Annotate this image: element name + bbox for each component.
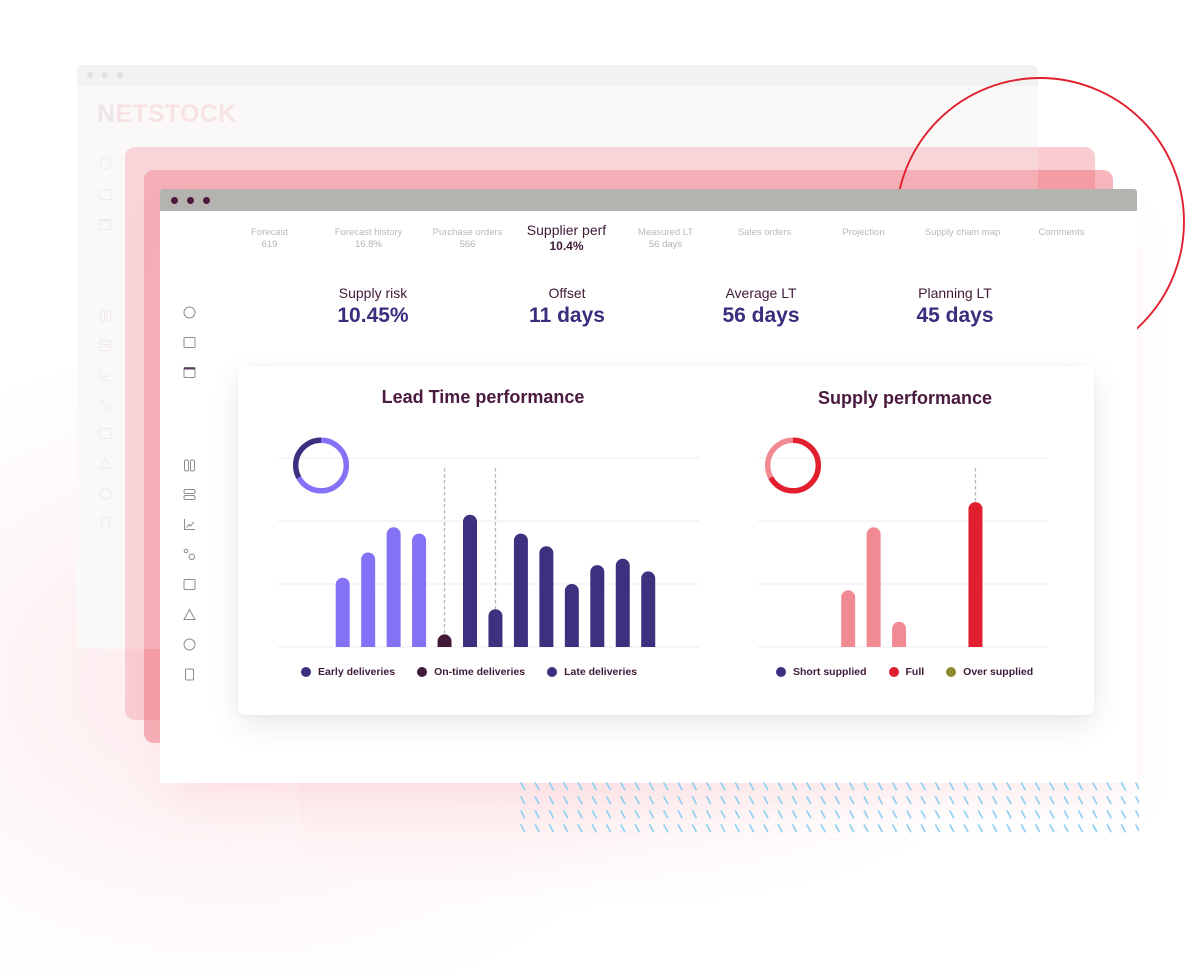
lead-time-chart-title: Lead Time performance xyxy=(381,387,585,407)
legend-item-full[interactable]: Full xyxy=(888,666,925,678)
circle-icon[interactable] xyxy=(183,306,196,319)
bar-early[interactable] xyxy=(361,552,376,648)
tab-value: 619 xyxy=(261,239,278,250)
kpi-label: Supply risk xyxy=(338,285,408,301)
legend-dot-icon xyxy=(888,667,899,677)
columns-icon[interactable] xyxy=(183,459,196,472)
supply-legend: Short supplied Full Over supplied xyxy=(776,666,1055,678)
tab-label: Measured LT xyxy=(637,227,694,238)
bar-late[interactable] xyxy=(615,558,630,647)
tab-label: Supply chain map xyxy=(924,227,1001,238)
tab-supplier-perf[interactable]: Supplier perf 10.4% xyxy=(517,223,616,254)
bar-early[interactable] xyxy=(386,527,401,647)
legend-label: Early deliveries xyxy=(318,666,396,678)
tab-value: 16.8% xyxy=(355,239,382,250)
tab-sales-orders[interactable]: Sales orders xyxy=(715,227,814,253)
kpi-value: 11 days xyxy=(529,304,605,327)
tab-label: Purchase orders xyxy=(432,227,503,238)
legend-label: Full xyxy=(905,666,925,678)
tab-supply-chain-map[interactable]: Supply chain map xyxy=(913,227,1012,253)
square-icon[interactable] xyxy=(183,336,196,349)
bar-late[interactable] xyxy=(463,514,477,647)
legend-label: On-time deliveries xyxy=(434,666,526,678)
tab-value: 10.4% xyxy=(549,239,584,253)
kpi-supply-risk: Supply risk 10.45% xyxy=(276,285,470,328)
legend-label: Over supplied xyxy=(963,666,1034,678)
supply-chart-title: Supply performance xyxy=(817,388,993,408)
kpi-planning-lt: Planning LT 45 days xyxy=(858,285,1052,328)
supply-chart xyxy=(758,437,1048,648)
legend-item-on-time[interactable]: On-time deliveries xyxy=(417,666,525,678)
hatch-pattern xyxy=(519,781,1139,835)
tab-label: Forecast history xyxy=(334,227,403,238)
tab-projection[interactable]: Projection xyxy=(814,227,913,253)
legend-dot-icon xyxy=(417,667,428,677)
tab-label: Comments xyxy=(1038,227,1085,238)
rectangle-icon[interactable] xyxy=(183,668,196,681)
tab-value: 566 xyxy=(459,239,476,250)
tab-bar: Forecast 619 Forecast history 16.8% Purchase… xyxy=(220,223,1111,254)
bar-early[interactable] xyxy=(412,533,427,647)
window-dot-icon[interactable] xyxy=(202,196,210,204)
kpi-label: Average LT xyxy=(725,285,797,301)
hatch-fill xyxy=(519,781,1139,835)
tab-forecast[interactable]: Forecast 619 xyxy=(220,227,319,253)
lead-time-legend: Early deliveries On-time deliveries Late d… xyxy=(301,666,659,678)
tab-purchase-orders[interactable]: Purchase orders 566 xyxy=(418,227,517,253)
circle-icon[interactable] xyxy=(183,638,196,651)
window-dot-icon[interactable] xyxy=(186,196,194,204)
legend-label: Short supplied xyxy=(793,666,867,678)
bar-late[interactable] xyxy=(641,571,656,647)
legend-label: Late deliveries xyxy=(564,666,638,678)
tab-label: Forecast xyxy=(251,227,288,238)
triangle-icon[interactable] xyxy=(182,607,196,621)
bar-full[interactable] xyxy=(968,502,983,647)
kpi-average-lt: Average LT 56 days xyxy=(664,285,858,328)
tab-label: Sales orders xyxy=(737,227,792,238)
kpi-label: Offset xyxy=(548,285,586,301)
kpi-label: Planning LT xyxy=(918,285,992,301)
tab-comments[interactable]: Comments xyxy=(1012,227,1111,253)
tab-value: 56 days xyxy=(648,239,683,250)
kpi-value: 45 days xyxy=(916,304,994,327)
kpi-offset: Offset 11 days xyxy=(470,285,664,328)
legend-item-late[interactable]: Late deliveries xyxy=(547,666,637,678)
kpi-row: Supply risk 10.45% Offset 11 days Average LT… xyxy=(276,285,1052,328)
lead-time-chart xyxy=(278,437,700,648)
tab-label: Supplier perf xyxy=(526,222,607,238)
legend-item-over-supplied[interactable]: Over supplied xyxy=(946,666,1033,678)
legend-item-short-supplied[interactable]: Short supplied xyxy=(776,666,867,678)
main-window-titlebar xyxy=(160,189,1137,211)
main-window: Forecast 619 Forecast history 16.8% Purchase… xyxy=(160,189,1137,783)
bar-short-supplied[interactable] xyxy=(866,527,881,647)
rows-icon[interactable] xyxy=(183,488,196,501)
calendar-icon[interactable] xyxy=(183,366,196,379)
tab-forecast-history[interactable]: Forecast history 16.8% xyxy=(319,227,418,253)
square-icon[interactable] xyxy=(183,578,196,591)
tab-label: Projection xyxy=(842,227,885,238)
window-dot-icon[interactable] xyxy=(170,196,178,204)
bar-on-time[interactable] xyxy=(437,634,452,647)
legend-dot-icon xyxy=(776,667,786,677)
bar-late[interactable] xyxy=(539,546,554,647)
bar-late[interactable] xyxy=(488,609,503,647)
bar-short-supplied[interactable] xyxy=(841,590,856,647)
scatter-icon[interactable] xyxy=(183,548,196,561)
legend-dot-icon xyxy=(547,667,558,677)
bar-early[interactable] xyxy=(335,577,350,647)
bar-late[interactable] xyxy=(513,533,528,647)
legend-dot-icon xyxy=(301,667,311,677)
performance-card: Lead Time performance Supply performance… xyxy=(238,366,1094,715)
bar-late[interactable] xyxy=(590,565,605,647)
tab-measured-lt[interactable]: Measured LT 56 days xyxy=(616,227,715,253)
legend-item-early[interactable]: Early deliveries xyxy=(301,666,395,678)
bar-late[interactable] xyxy=(564,584,579,647)
bar-short-supplied[interactable] xyxy=(892,621,907,647)
line-chart-icon[interactable] xyxy=(183,518,196,531)
kpi-value: 10.45% xyxy=(337,304,409,327)
legend-dot-icon xyxy=(946,667,957,677)
kpi-value: 56 days xyxy=(722,304,800,327)
